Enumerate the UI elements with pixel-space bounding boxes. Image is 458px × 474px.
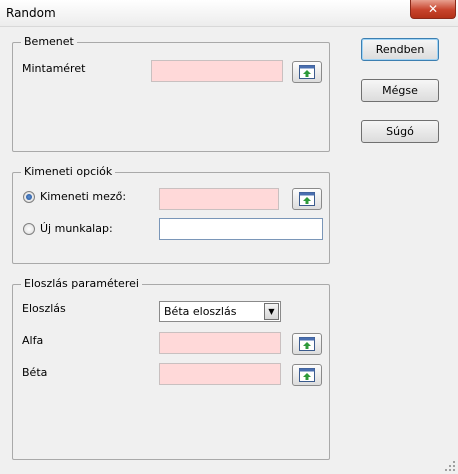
distribution-label: Eloszlás xyxy=(22,302,66,315)
output-field-input[interactable] xyxy=(159,188,279,210)
close-button[interactable]: ✕ xyxy=(410,0,456,19)
beta-range-button[interactable] xyxy=(292,364,322,386)
new-sheet-input[interactable] xyxy=(159,218,323,240)
input-group-label: Bemenet xyxy=(21,35,77,49)
help-button[interactable]: Súgó xyxy=(361,120,439,143)
output-field-range-button[interactable] xyxy=(292,188,322,210)
title-bar: Random ✕ xyxy=(0,0,458,27)
resize-grip-icon[interactable] xyxy=(444,460,456,472)
close-icon: ✕ xyxy=(427,2,439,16)
output-group-label: Kimeneti opciók xyxy=(21,165,116,179)
sample-size-range-button[interactable] xyxy=(292,61,322,83)
new-sheet-radio[interactable] xyxy=(23,223,35,235)
new-sheet-label: Új munkalap: xyxy=(40,222,113,235)
range-select-icon xyxy=(299,368,315,382)
distribution-select-value: Béta eloszlás xyxy=(164,305,237,318)
alpha-range-button[interactable] xyxy=(292,333,322,355)
distribution-select[interactable]: Béta eloszlás ▼ xyxy=(159,301,281,322)
beta-field[interactable] xyxy=(159,363,281,385)
sample-size-label: Mintaméret xyxy=(22,62,86,75)
range-select-icon xyxy=(299,337,315,351)
dropdown-arrow-icon[interactable]: ▼ xyxy=(264,303,279,320)
ok-button[interactable]: Rendben xyxy=(361,38,439,61)
input-group: Bemenet xyxy=(12,35,330,152)
cancel-button[interactable]: Mégse xyxy=(361,79,439,102)
alpha-field[interactable] xyxy=(159,332,281,354)
output-field-label: Kimeneti mező: xyxy=(40,190,127,203)
range-select-icon xyxy=(299,192,315,206)
beta-label: Béta xyxy=(22,366,48,379)
window-title: Random xyxy=(6,6,56,20)
output-field-radio[interactable] xyxy=(23,191,35,203)
distribution-group-label: Eloszlás paraméterei xyxy=(21,277,142,291)
sample-size-field[interactable] xyxy=(151,60,283,82)
range-select-icon xyxy=(299,65,315,79)
alpha-label: Alfa xyxy=(22,334,44,347)
